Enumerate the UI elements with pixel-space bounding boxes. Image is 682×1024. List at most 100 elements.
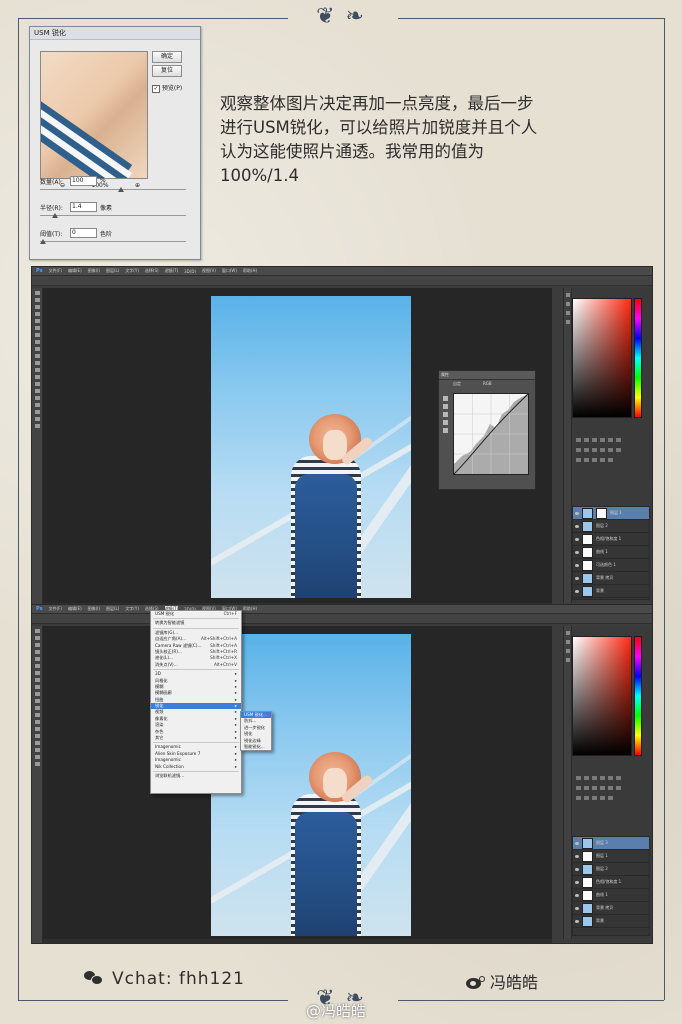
menu-item[interactable]: 文件(F) <box>49 268 62 274</box>
layer-row[interactable]: 图层 3 <box>573 837 649 850</box>
menu-item[interactable]: 文字(Y) <box>125 268 139 274</box>
menu-item[interactable]: 3D(D) <box>184 269 196 274</box>
hand-tool-icon[interactable] <box>34 417 40 421</box>
menu-item[interactable]: 图像(I) <box>88 606 100 612</box>
adjust-icon[interactable] <box>608 796 613 800</box>
move-tool-icon[interactable] <box>34 629 40 633</box>
layer-row[interactable]: 背景 <box>573 585 649 598</box>
crop-tool-icon[interactable] <box>34 657 40 661</box>
eye-icon[interactable] <box>575 589 579 593</box>
healing-tool-icon[interactable] <box>34 333 40 337</box>
reset-button[interactable]: 复位 <box>152 65 182 77</box>
blur-tool-icon[interactable] <box>34 375 40 379</box>
wand-tool-icon[interactable] <box>34 650 40 654</box>
hand-tool-icon[interactable] <box>34 755 40 759</box>
adjust-icon[interactable] <box>616 438 621 442</box>
layer-row[interactable]: 色相/饱和度 1 <box>573 533 649 546</box>
adjust-icon[interactable] <box>576 458 581 462</box>
menu-item-last-filter[interactable]: USM 锐化 Ctrl+F <box>151 611 241 617</box>
adjust-icon[interactable] <box>600 796 605 800</box>
stamp-tool-icon[interactable] <box>34 685 40 689</box>
layer-row[interactable]: 图层 1 <box>573 507 649 520</box>
adjust-icon[interactable] <box>592 776 597 780</box>
adjust-icon[interactable] <box>584 448 589 452</box>
zoom-in-icon[interactable]: ⊕ <box>135 182 140 189</box>
brush-preset-icon[interactable] <box>565 658 570 662</box>
brush-tool-icon[interactable] <box>34 678 40 682</box>
layer-row[interactable]: 背景 <box>573 915 649 928</box>
type-tool-icon[interactable] <box>34 734 40 738</box>
eye-icon[interactable] <box>575 576 579 580</box>
history-icon[interactable] <box>565 293 570 297</box>
eye-icon[interactable] <box>575 893 579 897</box>
point-tool-icon[interactable] <box>443 396 448 401</box>
layer-row[interactable]: 图层 2 <box>573 520 649 533</box>
radius-slider-handle[interactable] <box>52 213 58 218</box>
preset-select[interactable]: 自定 <box>453 381 461 387</box>
info-icon[interactable] <box>565 311 570 315</box>
eye-icon[interactable] <box>575 841 579 845</box>
stamp-tool-icon[interactable] <box>34 347 40 351</box>
lasso-tool-icon[interactable] <box>34 305 40 309</box>
gradient-tool-icon[interactable] <box>34 706 40 710</box>
marquee-tool-icon[interactable] <box>34 636 40 640</box>
path-select-icon[interactable] <box>34 741 40 745</box>
history-brush-icon[interactable] <box>34 354 40 358</box>
layer-row[interactable]: 背景 拷贝 <box>573 572 649 585</box>
menu-item[interactable]: 帮助(H) <box>243 606 257 612</box>
healing-tool-icon[interactable] <box>34 671 40 675</box>
move-tool-icon[interactable] <box>34 291 40 295</box>
shape-tool-icon[interactable] <box>34 748 40 752</box>
layer-row[interactable]: 图层 1 <box>573 850 649 863</box>
ok-button[interactable]: 确定 <box>152 51 182 63</box>
eye-icon[interactable] <box>575 867 579 871</box>
eye-icon[interactable] <box>575 919 579 923</box>
brush-preset-icon[interactable] <box>565 320 570 324</box>
color-picker-field[interactable] <box>572 298 632 418</box>
menu-item[interactable]: 窗口(W) <box>222 268 237 274</box>
adjust-icon[interactable] <box>576 796 581 800</box>
gradient-tool-icon[interactable] <box>34 368 40 372</box>
adjust-icon[interactable] <box>584 786 589 790</box>
adjust-icon[interactable] <box>592 448 597 452</box>
menu-item[interactable]: 文字(Y) <box>125 606 139 612</box>
history-icon[interactable] <box>565 631 570 635</box>
history-brush-icon[interactable] <box>34 692 40 696</box>
eyedropper-tool-icon[interactable] <box>34 326 40 330</box>
adjust-icon[interactable] <box>592 438 597 442</box>
adjust-icon[interactable] <box>608 458 613 462</box>
wand-tool-icon[interactable] <box>34 312 40 316</box>
menu-item-other[interactable]: 其它 ▸ <box>151 735 241 741</box>
adjust-icon[interactable] <box>592 796 597 800</box>
radius-slider[interactable] <box>40 215 186 216</box>
adjust-icon[interactable] <box>600 448 605 452</box>
threshold-slider-handle[interactable] <box>40 239 46 244</box>
blur-tool-icon[interactable] <box>34 713 40 717</box>
adjust-icon[interactable] <box>616 448 621 452</box>
preview-checkbox[interactable]: ✓ 预览(P) <box>152 83 182 93</box>
adjust-icon[interactable] <box>584 438 589 442</box>
actions-icon[interactable] <box>565 302 570 306</box>
menu-item[interactable]: 选择(S) <box>145 268 159 274</box>
eye-icon[interactable] <box>575 854 579 858</box>
threshold-slider[interactable] <box>40 241 186 242</box>
crop-tool-icon[interactable] <box>34 319 40 323</box>
zoom-tool-icon[interactable] <box>34 424 40 428</box>
eyedropper-icon[interactable] <box>443 420 448 425</box>
eyedropper-icon[interactable] <box>443 428 448 433</box>
adjust-icon[interactable] <box>576 776 581 780</box>
menu-item[interactable]: 滤镜(T) <box>165 268 179 274</box>
menu-item[interactable]: 图层(L) <box>106 268 119 274</box>
layer-row[interactable]: 可选颜色 1 <box>573 559 649 572</box>
adjust-icon[interactable] <box>600 458 605 462</box>
menu-item[interactable]: 文件(F) <box>49 606 62 612</box>
eye-icon[interactable] <box>575 511 579 515</box>
pen-tool-icon[interactable] <box>34 389 40 393</box>
adjust-icon[interactable] <box>584 796 589 800</box>
dialog-preview-image[interactable] <box>40 51 148 179</box>
adjust-icon[interactable] <box>576 448 581 452</box>
hue-slider[interactable] <box>634 636 642 756</box>
menu-item-browse-online[interactable]: 浏览联机滤镜... <box>151 773 241 779</box>
pen-tool-icon[interactable] <box>34 727 40 731</box>
actions-icon[interactable] <box>565 640 570 644</box>
